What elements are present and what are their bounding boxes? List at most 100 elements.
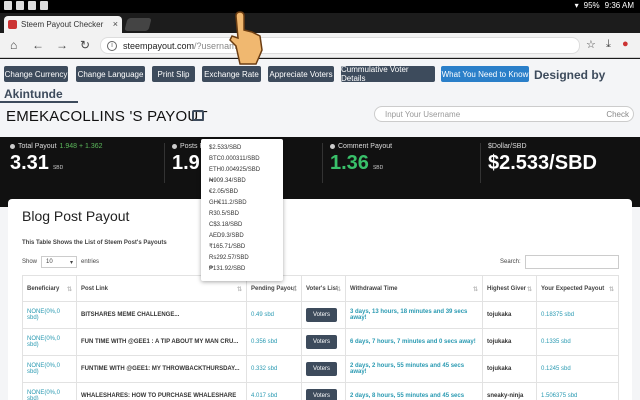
pending-payout-cell: 4.017 sbd <box>246 382 302 400</box>
change-language-button[interactable]: Change Language <box>76 66 145 82</box>
post-link[interactable]: BITSHARES MEME CHALLENGE... <box>76 301 247 329</box>
column-header[interactable]: Withdrawal Time ⇅ <box>345 275 483 302</box>
status-icons-left <box>4 1 48 10</box>
tab-title: Steem Payout Checker <box>21 20 104 29</box>
payout-table: Beneficiary ⇅ Post Link ⇅ Pending Payout ⇅ … <box>22 275 619 400</box>
post-link[interactable]: FUNTIME WITH @GEE1: MY THROWBACKTHURSDAY… <box>76 355 247 383</box>
exchange-rate-item[interactable]: C$3.18/SBD <box>201 219 283 230</box>
column-label: Highest Giver <box>487 285 527 292</box>
blog-post-payout-card: Blog Post Payout This Table Shows the Li… <box>8 199 632 400</box>
cummulative-voter-details-button[interactable]: Cummulative Voter Details <box>341 65 435 83</box>
entries-select[interactable]: 10 ▾ <box>41 256 78 268</box>
column-label: Pending Payout <box>251 285 297 292</box>
exchange-rate-item[interactable]: Rs292.57/SBD <box>201 252 283 263</box>
column-header[interactable]: Highest Giver ⇅ <box>482 275 537 302</box>
exchange-rate-item[interactable]: GH€11.2/SBD <box>201 197 283 208</box>
column-header[interactable]: Your Expected Payout ⇅ <box>536 275 619 302</box>
voters-cell: Voters <box>301 301 346 329</box>
new-tab-button[interactable] <box>124 18 152 31</box>
app-icon <box>40 1 48 10</box>
info-icon[interactable]: i <box>107 40 117 51</box>
expected-payout-cell: 0.1335 sbd <box>536 328 619 356</box>
card-subtitle: This Table Shows the List of Steem Post'… <box>22 240 167 246</box>
exchange-rate-item[interactable]: €2.05/SBD <box>201 186 283 197</box>
exchange-rate-button[interactable]: Exchange Rate <box>202 66 261 82</box>
share-icon[interactable] <box>192 110 204 121</box>
voters-cell: Voters <box>301 328 346 356</box>
exchange-rate-item[interactable]: ETH0.004925/SBD <box>201 164 283 175</box>
column-label: Voter's List <box>306 285 338 292</box>
stat-divider <box>164 143 165 183</box>
site-favicon-icon <box>8 20 17 29</box>
exchange-rate-item[interactable]: BTC0.000311/SBD <box>201 153 283 164</box>
username-placeholder: Input Your Username <box>385 109 461 119</box>
column-label: Post Link <box>81 285 109 292</box>
author-name: Akintunde <box>4 87 63 101</box>
column-header[interactable]: Beneficiary ⇅ <box>22 275 77 302</box>
page-title: EMEKACOLLINS 'S PAYOUT <box>6 108 208 125</box>
highest-giver-cell: tojukaka <box>482 301 537 329</box>
stat-comment-payout: Comment Payout 1.36 SBD <box>330 143 392 175</box>
column-header[interactable]: Voter's List ⇅ <box>301 275 346 302</box>
back-icon[interactable]: ← <box>32 38 44 52</box>
sort-icon: ⇅ <box>66 287 72 293</box>
highest-giver-cell: tojukaka <box>482 328 537 356</box>
beneficiary-cell: NONE(0%,0 sbd) <box>22 328 77 356</box>
close-tab-icon[interactable]: × <box>113 19 118 29</box>
what-you-need-to-know-button[interactable]: What You Need to Know <box>441 66 529 82</box>
stat-total-label: Total Payout <box>18 143 57 150</box>
show-label: Show <box>22 259 38 265</box>
print-slip-button[interactable]: Print Slip <box>152 66 195 82</box>
download-icon[interactable]: ⤓ <box>606 38 611 51</box>
voters-button[interactable]: Voters <box>306 362 338 376</box>
sort-icon: ⇅ <box>608 287 614 293</box>
clock: 9:36 AM <box>604 1 634 10</box>
voters-button[interactable]: Voters <box>306 335 338 349</box>
exchange-rate-item[interactable]: ₦909.34/SBD <box>201 175 283 186</box>
gallery-icon <box>4 1 12 10</box>
search-input[interactable] <box>524 255 619 269</box>
comment-icon <box>330 144 335 149</box>
stat-dollar-sbd: $Dollar/SBD $2.533/SBD <box>488 143 597 175</box>
bookmark-star-icon[interactable]: ☆ <box>586 38 596 51</box>
sort-icon: ⇅ <box>291 287 297 293</box>
home-icon[interactable]: ⌂ <box>10 38 17 52</box>
reload-icon[interactable]: ↻ <box>80 38 90 52</box>
exchange-rate-item[interactable]: $2.533/SBD <box>201 142 283 153</box>
voters-button[interactable]: Voters <box>306 308 338 322</box>
stat-total-payout: Total Payout 1.948 + 1.362 3.31 SBD <box>10 143 103 175</box>
card-title: Blog Post Payout <box>22 208 130 224</box>
voters-cell: Voters <box>301 382 346 400</box>
exchange-rate-dropdown: $2.533/SBD BTC0.000311/SBD ETH0.004925/S… <box>201 139 283 281</box>
highest-giver-cell: tojukaka <box>482 355 537 383</box>
stat-comment-value: 1.36 <box>330 152 369 174</box>
address-bar[interactable]: i steempayout.com /?username=em <box>100 37 580 54</box>
withdrawal-time-cell: 6 days, 7 hours, 7 minutes and 0 secs aw… <box>345 328 483 356</box>
browser-tab[interactable]: Steem Payout Checker × <box>4 16 122 33</box>
wifi-icon: ▾ <box>574 1 579 10</box>
appreciate-voters-button[interactable]: Appreciate Voters <box>268 66 334 82</box>
exchange-rate-item[interactable]: AED9.3/SBD <box>201 230 283 241</box>
post-link[interactable]: FUN TIME WITH @GEE1 : A TIP ABOUT MY MAN… <box>76 328 247 356</box>
check-button[interactable]: Check <box>606 110 629 119</box>
voters-button[interactable]: Voters <box>306 389 338 400</box>
exchange-rate-item[interactable]: R30.5/SBD <box>201 208 283 219</box>
column-label: Beneficiary <box>27 285 60 292</box>
stat-total-value: 3.31 <box>10 152 49 174</box>
table-row: NONE(0%,0 sbd) FUNTIME WITH @GEE1: MY TH… <box>22 355 619 383</box>
table-header-row: Beneficiary ⇅ Post Link ⇅ Pending Payout ⇅ … <box>22 275 619 302</box>
battery-level: 95% <box>583 1 600 10</box>
table-row: NONE(0%,0 sbd) BITSHARES MEME CHALLENGE.… <box>22 301 619 329</box>
change-currency-button[interactable]: Change Currency <box>4 66 68 82</box>
hand-pointer-icon <box>229 11 263 65</box>
exchange-rate-item[interactable]: ₱131.92/SBD <box>201 263 283 274</box>
forward-icon[interactable]: → <box>56 38 68 52</box>
extension-icon[interactable]: ● <box>622 38 629 50</box>
post-link[interactable]: WHALESHARES: HOW TO PURCHASE WHALESHARE <box>76 382 247 400</box>
page-content: Change Currency Change Language Print Sl… <box>0 59 640 400</box>
username-input[interactable]: Input Your Username Check <box>374 106 634 122</box>
stat-comment-unit: SBD <box>372 165 384 171</box>
withdrawal-time-cell: 2 days, 8 hours, 55 minutes and 45 secs <box>345 382 483 400</box>
exchange-rate-item[interactable]: ₹165.71/SBD <box>201 241 283 252</box>
stat-dollar-value: $2.533/SBD <box>488 152 597 174</box>
